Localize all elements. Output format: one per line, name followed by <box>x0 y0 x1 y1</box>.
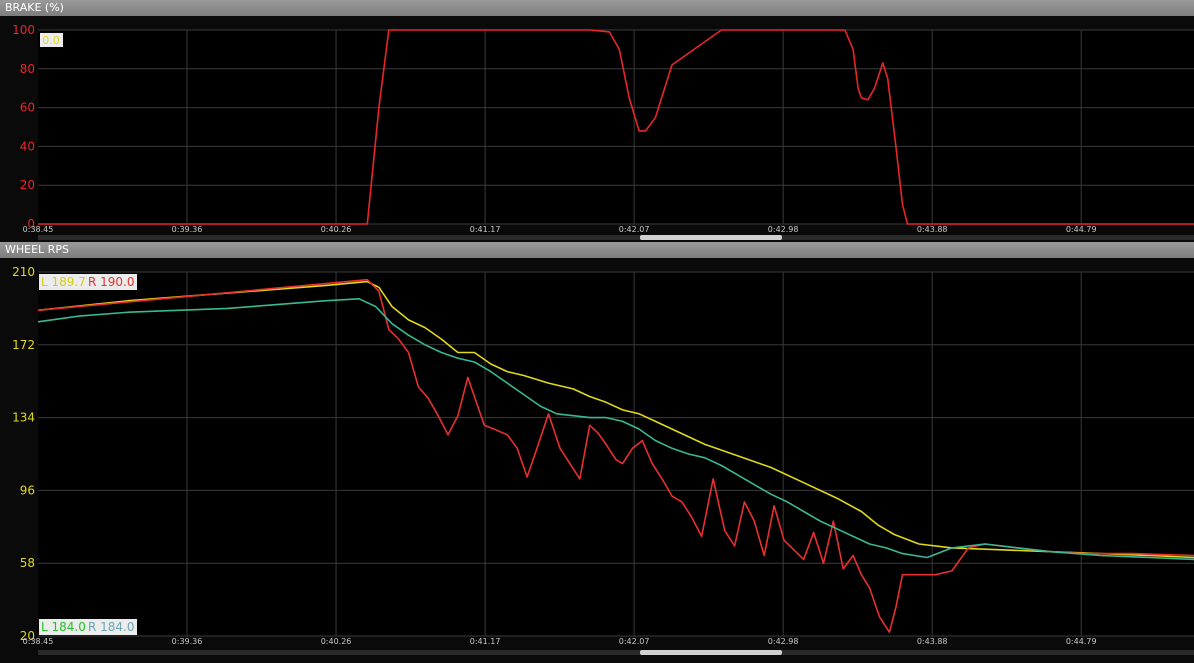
brake-readout-value: 0.0 <box>42 34 60 47</box>
rps-scrollbar[interactable] <box>38 650 1194 655</box>
rps-bottom-readout-right: R 184.0 <box>88 620 135 634</box>
rps-xtick-label: 0:38.45 <box>23 637 54 646</box>
brake-xtick-label: 0:43.88 <box>917 225 948 234</box>
brake-ytick-label: 80 <box>20 62 35 76</box>
brake-xtick-label: 0:44.79 <box>1066 225 1097 234</box>
brake-ytick-label: 60 <box>20 101 35 115</box>
rps-xtick-label: 0:42.98 <box>768 637 799 646</box>
brake-xtick-label: 0:41.17 <box>470 225 501 234</box>
wheel-rps-panel-title: WHEEL RPS <box>0 242 1194 258</box>
rps-xtick-label: 0:41.17 <box>470 637 501 646</box>
brake-panel-title: BRAKE (%) <box>0 0 1194 16</box>
rps-ytick-label: 210 <box>12 265 35 279</box>
rps-ytick-label: 134 <box>12 411 35 425</box>
brake-scrollbar[interactable] <box>38 235 1194 240</box>
rps-xtick-label: 0:40.26 <box>321 637 352 646</box>
rps-xtick-label: 0:44.79 <box>1066 637 1097 646</box>
brake-chart: 1008060402000:38.45 0:39.36 0:40.26 0:41.17… <box>12 23 1194 234</box>
brake-ytick-label: 20 <box>20 178 35 192</box>
brake-scroll-thumb[interactable] <box>640 235 782 240</box>
rps-scroll-thumb[interactable] <box>640 650 782 655</box>
wheel-rps-chart: 2101721349658200:38.45 0:39.36 0:40.26 0:41… <box>12 265 1194 646</box>
brake-xtick-label: 0:42.07 <box>619 225 650 234</box>
brake-plot-area <box>38 30 1194 224</box>
rps-top-readout-left: L 189.7 <box>41 275 86 289</box>
brake-ytick-label: 40 <box>20 139 35 153</box>
brake-xtick-label: 0:40.26 <box>321 225 352 234</box>
rps-xtick-label: 0:42.07 <box>619 637 650 646</box>
brake-xtick-label: 0:38.45 <box>23 225 54 234</box>
rps-xtick-label: 0:39.36 <box>172 637 203 646</box>
rps-top-readout-right: R 190.0 <box>88 275 135 289</box>
brake-xtick-label: 0:39.36 <box>172 225 203 234</box>
rps-ytick-label: 58 <box>20 556 35 570</box>
brake-xtick-label: 0:42.98 <box>768 225 799 234</box>
rps-ytick-label: 172 <box>12 338 35 352</box>
rps-xtick-label: 0:43.88 <box>917 637 948 646</box>
brake-ytick-label: 100 <box>12 23 35 37</box>
rps-bottom-readout-left: L 184.0 <box>41 620 86 634</box>
rps-ytick-label: 96 <box>20 483 35 497</box>
rps-plot-area <box>38 272 1194 636</box>
